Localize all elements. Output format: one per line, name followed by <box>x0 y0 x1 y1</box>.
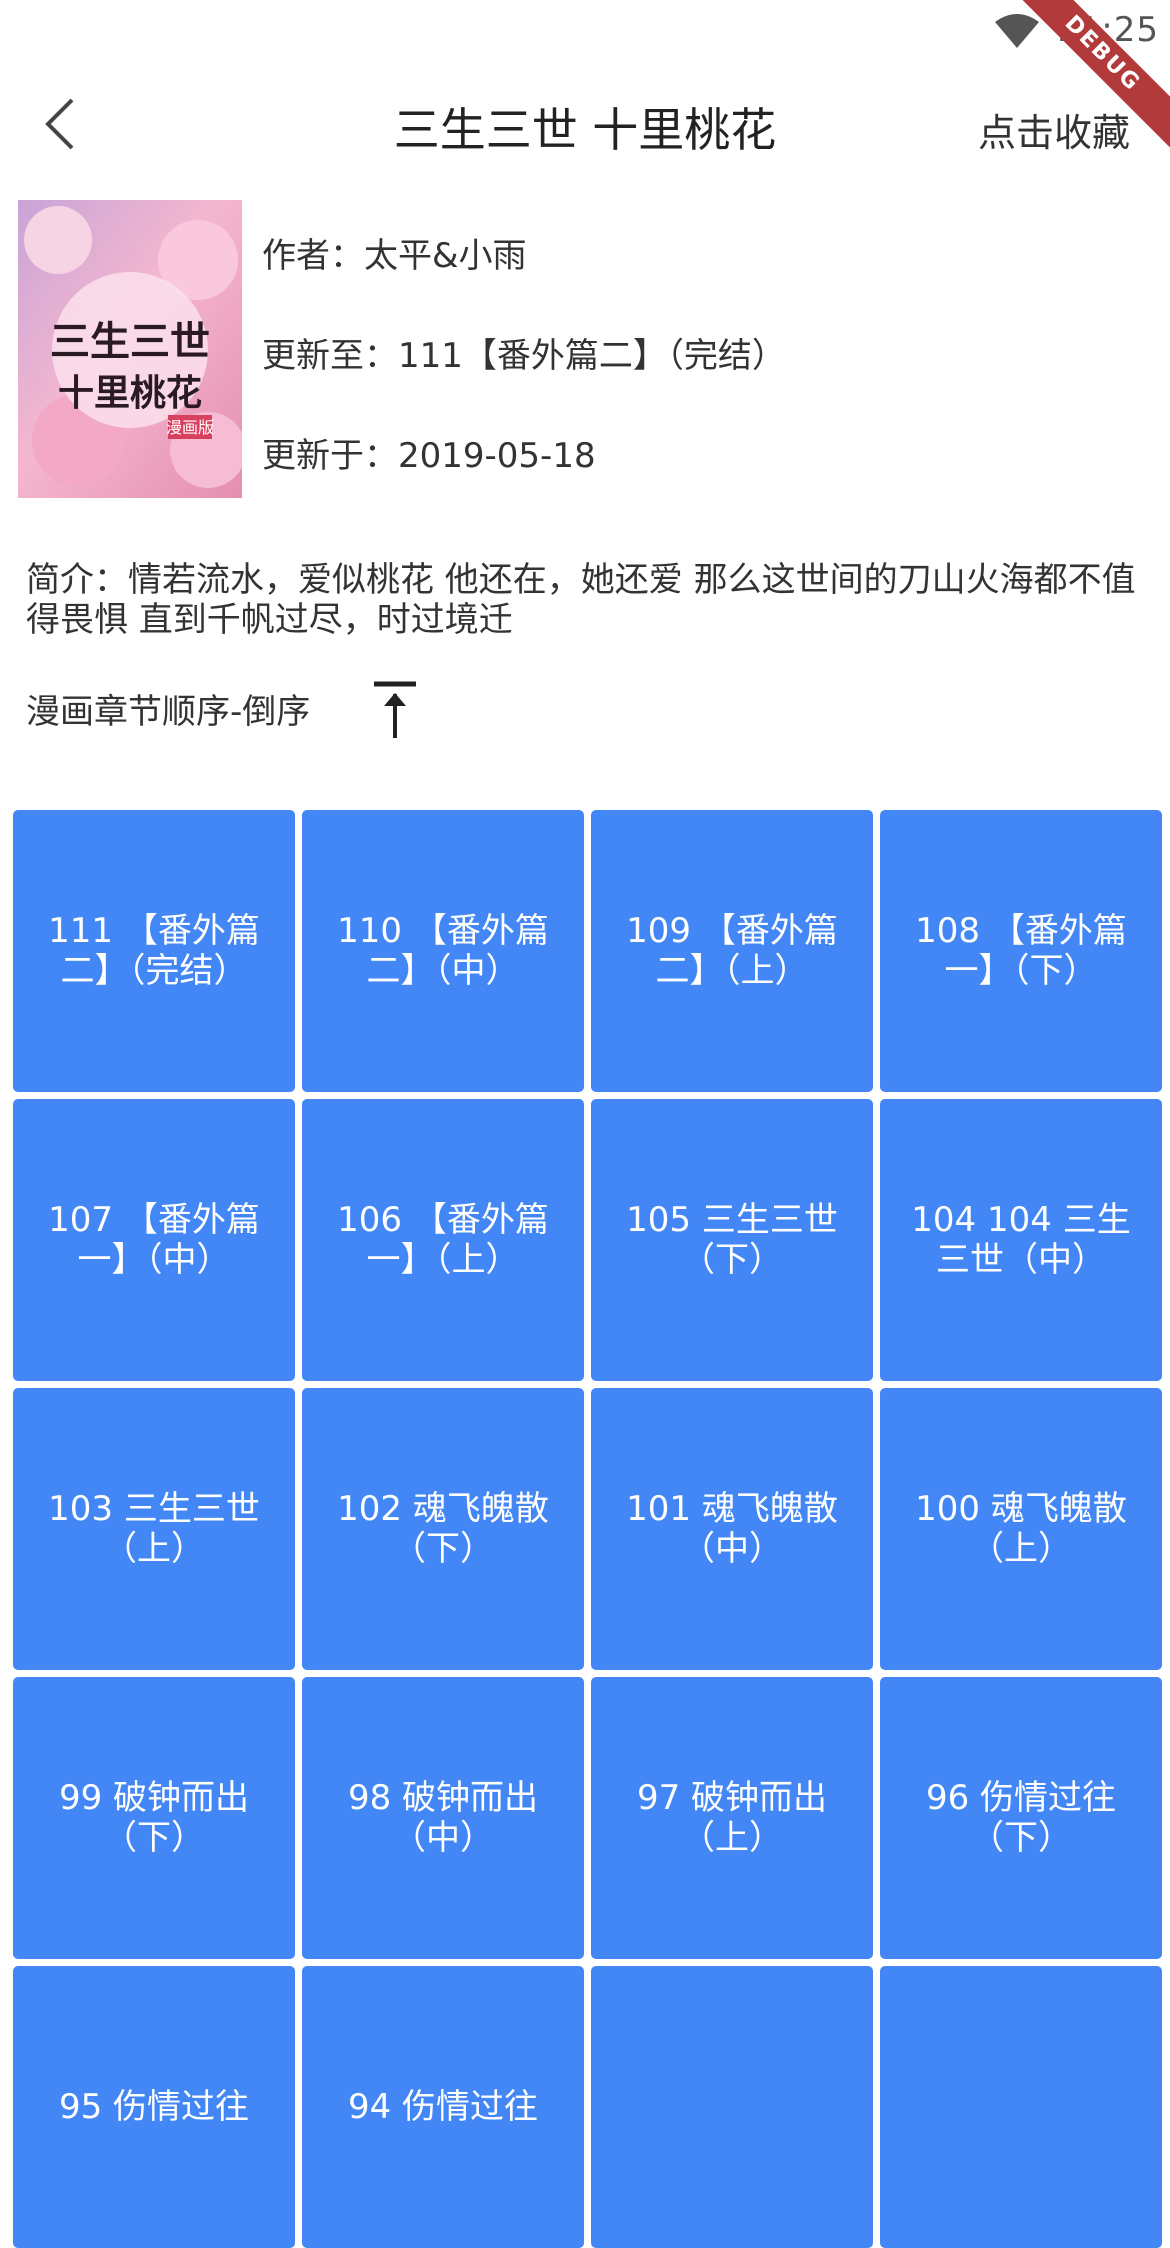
chapter-tile[interactable]: 102 魂飞魄散（下） <box>302 1388 584 1670</box>
sort-order-button[interactable] <box>366 680 424 740</box>
chapter-tile[interactable] <box>591 1966 873 2248</box>
chapter-tile-label: 94 伤情过往 <box>347 2087 539 2127</box>
chapter-tile[interactable]: 105 三生三世（下） <box>591 1099 873 1381</box>
chapter-tile[interactable]: 96 伤情过往（下） <box>880 1677 1162 1959</box>
chapter-tile[interactable]: 106 【番外篇一】（上） <box>302 1099 584 1381</box>
author-text: 作者：太平&小雨 <box>262 236 527 276</box>
chapter-tile-label: 102 魂飞魄散（下） <box>337 1489 549 1569</box>
chapter-order-label: 漫画章节顺序-倒序 <box>26 692 311 732</box>
latest-chapter-text: 更新至：111【番外篇二】（完结） <box>262 336 786 376</box>
chapter-tile-label: 108 【番外篇一】（下） <box>915 911 1127 991</box>
chapter-tile[interactable]: 104 104 三生三世（中） <box>880 1099 1162 1381</box>
chapter-tile[interactable]: 97 破钟而出（上） <box>591 1677 873 1959</box>
svg-text:漫画版: 漫画版 <box>166 418 214 437</box>
chapter-tile[interactable]: 100 魂飞魄散（上） <box>880 1388 1162 1670</box>
chapter-tile[interactable]: 107 【番外篇一】（中） <box>13 1099 295 1381</box>
chapter-tile-label: 103 三生三世（上） <box>48 1489 260 1569</box>
chapter-tile[interactable]: 111 【番外篇二】（完结） <box>13 810 295 1092</box>
chapter-tile[interactable]: 108 【番外篇一】（下） <box>880 810 1162 1092</box>
chapter-tile[interactable]: 101 魂飞魄散（中） <box>591 1388 873 1670</box>
chapter-tile[interactable]: 95 伤情过往 <box>13 1966 295 2248</box>
chapter-tile[interactable]: 110 【番外篇二】（中） <box>302 810 584 1092</box>
chapter-grid: 111 【番外篇二】（完结） 110 【番外篇二】（中） 109 【番外篇二】（上）… <box>13 810 1165 2248</box>
chapter-tile-label: 95 伤情过往 <box>58 2087 250 2127</box>
chapter-tile-label: 98 破钟而出（中） <box>347 1778 539 1858</box>
app-bar: 三生三世 十里桃花 点击收藏 <box>0 72 1170 176</box>
chapter-tile-label: 100 魂飞魄散（上） <box>915 1489 1127 1569</box>
chapter-tile-label: 99 破钟而出（下） <box>58 1778 250 1858</box>
chapter-tile-label: 107 【番外篇一】（中） <box>48 1200 260 1280</box>
chapter-tile-label: 97 破钟而出（上） <box>636 1778 828 1858</box>
chapter-tile[interactable] <box>880 1966 1162 2248</box>
chapter-tile-label: 105 三生三世（下） <box>626 1200 838 1280</box>
chapter-tile[interactable]: 109 【番外篇二】（上） <box>591 810 873 1092</box>
chapter-tile[interactable]: 103 三生三世（上） <box>13 1388 295 1670</box>
svg-text:三生三世: 三生三世 <box>50 318 210 365</box>
svg-text:十里桃花: 十里桃花 <box>58 372 202 414</box>
chapter-tile-label: 111 【番外篇二】（完结） <box>48 911 260 991</box>
chapter-tile[interactable]: 98 破钟而出（中） <box>302 1677 584 1959</box>
debug-label: DEBUG <box>1020 0 1170 150</box>
chapter-tile-label: 106 【番外篇一】（上） <box>337 1200 549 1280</box>
status-bar: 11:25 <box>0 0 1170 72</box>
updated-date-text: 更新于：2019-05-18 <box>262 436 596 476</box>
chapter-tile-label: 96 伤情过往（下） <box>925 1778 1117 1858</box>
chapter-tile[interactable]: 94 伤情过往 <box>302 1966 584 2248</box>
chapter-tile-label: 110 【番外篇二】（中） <box>337 911 549 991</box>
cover-artwork: 三生三世 十里桃花 漫画版 <box>18 200 242 498</box>
debug-banner: DEBUG <box>1020 0 1170 150</box>
arrow-up-to-line-icon <box>374 681 416 738</box>
comic-cover-image[interactable]: 三生三世 十里桃花 漫画版 <box>18 200 242 498</box>
chapter-tile-label: 104 104 三生三世（中） <box>911 1200 1131 1280</box>
chapter-tile-label: 101 魂飞魄散（中） <box>626 1489 838 1569</box>
chapter-tile-label: 109 【番外篇二】（上） <box>626 911 838 991</box>
intro-text: 简介：情若流水，爱似桃花 他还在，她还爱 那么这世间的刀山火海都不值得畏惧 直到… <box>26 560 1136 640</box>
chapter-tile[interactable]: 99 破钟而出（下） <box>13 1677 295 1959</box>
